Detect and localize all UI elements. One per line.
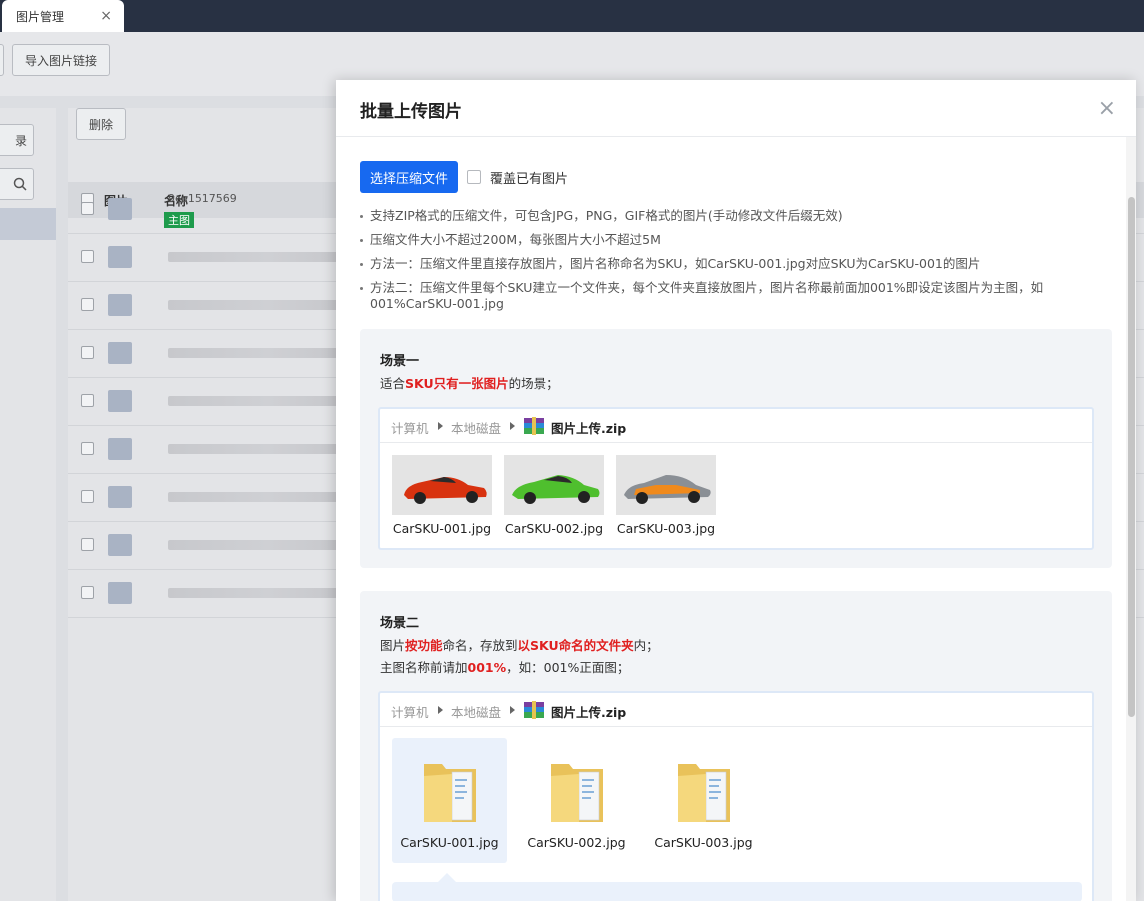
folder-label: CarSKU-002.jpg	[527, 835, 626, 850]
scene-one: 场景一 适合SKU只有一张图片的场景； 计算机 本地磁盘 图片上传.zip Ca…	[360, 329, 1112, 568]
tab-close-icon[interactable]: ×	[100, 8, 112, 24]
path-computer[interactable]: 计算机	[391, 702, 429, 721]
row-thumbnail	[108, 294, 132, 316]
row-thumbnail	[108, 342, 132, 364]
note-item: 方法二：压缩文件里每个SKU建立一个文件夹，每个文件夹直接放图片，图片名称最前面…	[360, 280, 1110, 312]
zip-archive-icon	[524, 701, 544, 719]
row-checkbox[interactable]	[81, 394, 94, 407]
folder-item[interactable]: CarSKU-003.jpg	[646, 738, 761, 863]
batch-upload-modal: 批量上传图片 × 选择压缩文件 覆盖已有图片 支持ZIP格式的压缩文件，可包含J…	[336, 80, 1136, 901]
scene-description: 适合SKU只有一张图片的场景；	[380, 376, 559, 391]
folder-expand-pointer	[438, 873, 456, 882]
row-thumbnail	[108, 198, 132, 220]
row-thumbnail	[108, 534, 132, 556]
row-thumbnail	[108, 390, 132, 412]
path-local-disk[interactable]: 本地磁盘	[451, 418, 501, 437]
top-tab-bar: 图片管理 ×	[0, 0, 1144, 32]
folder-icon	[424, 764, 476, 822]
row-thumbnail	[108, 486, 132, 508]
row-checkbox[interactable]	[81, 442, 94, 455]
row-thumbnail	[108, 246, 132, 268]
folder-item[interactable]: CarSKU-002.jpg	[519, 738, 634, 863]
modal-title: 批量上传图片	[360, 102, 462, 122]
car-image-orange[interactable]	[616, 455, 716, 515]
upload-notes: 支持ZIP格式的压缩文件，可包含JPG，PNG，GIF格式的图片(手动修改文件后…	[360, 208, 1110, 320]
explorer-window: 计算机 本地磁盘 图片上传.zip CarSKU-001.jpg CarSKU-…	[378, 691, 1094, 901]
path-computer[interactable]: 计算机	[391, 418, 429, 437]
scrollbar-thumb[interactable]	[1128, 197, 1135, 717]
overwrite-label: 覆盖已有图片	[490, 172, 569, 187]
zip-archive-icon	[524, 417, 544, 435]
explorer-window: 计算机 本地磁盘 图片上传.zip CarSKU-001.jpg CarSKU-…	[378, 407, 1094, 550]
partial-button[interactable]	[0, 44, 4, 76]
main-image-tag: 主图	[164, 212, 194, 228]
path-zip-file[interactable]: 图片上传.zip	[551, 702, 626, 721]
path-local-disk[interactable]: 本地磁盘	[451, 702, 501, 721]
row-checkbox[interactable]	[81, 202, 94, 215]
car-image-green[interactable]	[504, 455, 604, 515]
folder-label: CarSKU-001.jpg	[400, 835, 499, 850]
row-thumbnail	[108, 438, 132, 460]
import-link-button[interactable]: 导入图片链接	[12, 44, 110, 76]
file-label: CarSKU-002.jpg	[504, 521, 604, 536]
row-checkbox[interactable]	[81, 346, 94, 359]
category-button[interactable]: 录	[0, 124, 34, 156]
folder-item[interactable]: CarSKU-001.jpg	[392, 738, 507, 863]
close-icon[interactable]: ×	[1098, 96, 1116, 121]
note-item: 方法一：压缩文件里直接存放图片，图片名称命名为SKU，如CarSKU-001.j…	[360, 256, 1110, 272]
overwrite-checkbox[interactable]	[467, 170, 481, 184]
category-item-selected[interactable]	[0, 208, 56, 240]
modal-header: 批量上传图片 ×	[336, 80, 1136, 137]
scene-description-line2: 主图名称前请加001%，如：001%正面图；	[380, 660, 630, 675]
car-image-red[interactable]	[392, 455, 492, 515]
note-item: 压缩文件大小不超过200M，每张图片大小不超过5M	[360, 232, 1110, 248]
path-arrow-icon	[510, 422, 515, 430]
row-checkbox[interactable]	[81, 298, 94, 311]
path-arrow-icon	[510, 706, 515, 714]
row-name: 9ce1517569	[168, 192, 237, 205]
folder-icon	[551, 764, 603, 822]
tab-image-management[interactable]: 图片管理 ×	[2, 0, 124, 32]
tab-label: 图片管理	[16, 9, 65, 24]
path-arrow-icon	[438, 422, 443, 430]
row-checkbox[interactable]	[81, 538, 94, 551]
note-item: 支持ZIP格式的压缩文件，可包含JPG，PNG，GIF格式的图片(手动修改文件后…	[360, 208, 1110, 224]
row-checkbox[interactable]	[81, 490, 94, 503]
category-search-button[interactable]	[0, 168, 34, 200]
scene-two: 场景二 图片按功能命名，存放到以SKU命名的文件夹内； 主图名称前请加001%，…	[360, 591, 1112, 901]
scene-description-line1: 图片按功能命名，存放到以SKU命名的文件夹内；	[380, 638, 659, 653]
path-zip-file[interactable]: 图片上传.zip	[551, 418, 626, 437]
folder-label: CarSKU-003.jpg	[654, 835, 753, 850]
explorer-path: 计算机 本地磁盘 图片上传.zip	[380, 409, 1092, 443]
delete-button[interactable]: 删除	[76, 108, 126, 140]
explorer-path: 计算机 本地磁盘 图片上传.zip	[380, 693, 1092, 727]
folder-icon	[678, 764, 730, 822]
file-label: CarSKU-001.jpg	[392, 521, 492, 536]
select-archive-button[interactable]: 选择压缩文件	[360, 161, 458, 193]
row-thumbnail	[108, 582, 132, 604]
row-checkbox[interactable]	[81, 250, 94, 263]
scene-title: 场景二	[380, 616, 420, 631]
path-arrow-icon	[438, 706, 443, 714]
folder-expand-panel	[392, 882, 1082, 901]
scene-title: 场景一	[380, 354, 420, 369]
search-icon	[13, 177, 27, 191]
row-checkbox[interactable]	[81, 586, 94, 599]
modal-scrollbar[interactable]	[1126, 137, 1136, 901]
file-label: CarSKU-003.jpg	[616, 521, 716, 536]
